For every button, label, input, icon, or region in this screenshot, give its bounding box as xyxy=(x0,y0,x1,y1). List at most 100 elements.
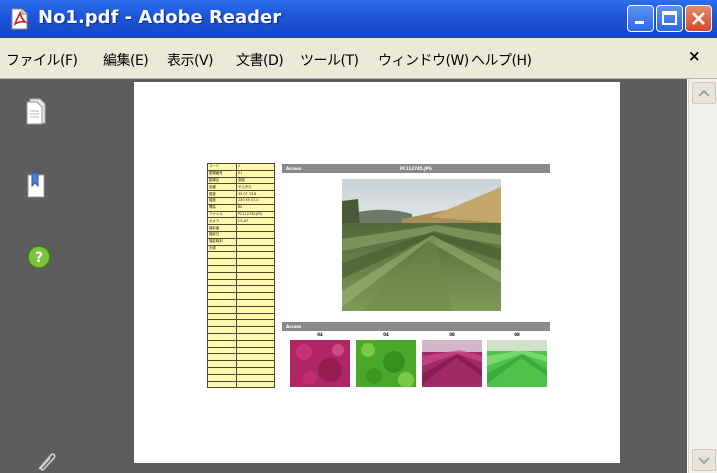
menu-view[interactable]: 表示(V) xyxy=(167,50,214,70)
info-key: カメラ xyxy=(207,217,237,226)
info-value xyxy=(236,230,275,239)
info-value: 130 55 07.0 xyxy=(236,196,275,205)
table-row: 天候 xyxy=(207,244,275,253)
menu-edit[interactable]: 編集(E) xyxy=(103,50,149,70)
info-value xyxy=(236,292,275,300)
adobe-reader-window: No1.pdf - Adobe Reader ファイル(F) 編集(E) 表示(… xyxy=(0,0,717,473)
table-row xyxy=(207,319,275,328)
table-row: 経度 130 55 07.0 xyxy=(207,196,275,205)
info-key: ファイル xyxy=(207,210,237,219)
info-value: 33 07 33.6 xyxy=(236,190,275,198)
chevron-up-icon xyxy=(698,89,710,97)
table-row: ファイル PC112745.JPG xyxy=(207,210,275,219)
chevron-down-icon xyxy=(698,457,710,465)
document-close-button[interactable]: × xyxy=(688,47,701,65)
info-table: コード 1 圃場番号 01 圃場名 茶園 品種 やぶきた 緯度 33 07 33.6 経度 130 5… xyxy=(207,163,275,389)
info-key xyxy=(207,251,237,260)
info-key xyxy=(207,292,237,300)
info-key xyxy=(207,346,237,355)
photo-section-bar: Access PC112745.JPG xyxy=(282,164,550,173)
info-value: 茶園 xyxy=(236,176,275,185)
info-key xyxy=(207,353,237,362)
info-value xyxy=(236,346,275,355)
menu-document[interactable]: 文書(D) xyxy=(236,50,284,70)
close-button[interactable] xyxy=(685,5,712,32)
info-value: やぶきた xyxy=(236,183,275,192)
info-value xyxy=(236,278,275,287)
info-value: 01 xyxy=(236,169,275,178)
table-row xyxy=(207,264,275,273)
table-row xyxy=(207,292,275,300)
table-row xyxy=(207,258,275,266)
menu-file[interactable]: ファイル(F) xyxy=(6,50,78,70)
navigation-pane: ? xyxy=(0,79,133,473)
photo-section-label: Access xyxy=(286,166,302,171)
svg-text:?: ? xyxy=(35,250,43,266)
info-key: 撮影日 xyxy=(207,230,237,239)
info-value xyxy=(236,366,275,375)
bookmarks-icon[interactable] xyxy=(26,172,48,202)
table-row: 撮影者 xyxy=(207,224,275,232)
info-key xyxy=(207,332,237,341)
info-key xyxy=(207,373,237,382)
table-row: 圃場名 茶園 xyxy=(207,176,275,185)
title-bar[interactable]: No1.pdf - Adobe Reader xyxy=(0,0,717,38)
info-key: 圃場名 xyxy=(207,176,237,185)
info-value xyxy=(236,258,275,266)
table-row: 撮影日 xyxy=(207,230,275,239)
info-value xyxy=(236,353,275,362)
info-value: C5-07 xyxy=(236,217,275,226)
thumbnail-image xyxy=(290,340,350,387)
help-icon[interactable]: ? xyxy=(26,244,52,274)
menu-window[interactable]: ウィンドウ(W) xyxy=(378,50,469,70)
thumbnail-image xyxy=(422,340,482,387)
scroll-up-button[interactable] xyxy=(692,82,716,104)
info-key: 撮影時刻 xyxy=(207,237,237,246)
attachments-icon[interactable] xyxy=(35,449,59,473)
thumb-label: 08 xyxy=(514,332,520,337)
table-row xyxy=(207,360,275,368)
info-key: 品種 xyxy=(207,183,237,192)
info-key: 撮影者 xyxy=(207,224,237,232)
thumb-label: 04 xyxy=(383,332,389,337)
pdf-file-icon xyxy=(9,8,29,30)
maximize-icon xyxy=(662,11,677,25)
scroll-down-button[interactable] xyxy=(692,449,716,471)
info-value xyxy=(236,332,275,341)
info-value xyxy=(236,264,275,273)
info-key xyxy=(207,319,237,328)
table-row: 緯度 33 07 33.6 xyxy=(207,190,275,198)
info-value xyxy=(236,312,275,321)
table-row xyxy=(207,312,275,321)
info-value xyxy=(236,326,275,334)
info-value xyxy=(236,251,275,260)
info-value xyxy=(236,298,275,307)
info-key: 天候 xyxy=(207,244,237,253)
table-row xyxy=(207,285,275,294)
table-row xyxy=(207,326,275,334)
maximize-button[interactable] xyxy=(656,5,683,32)
info-key xyxy=(207,366,237,375)
pages-icon[interactable] xyxy=(25,97,47,129)
info-value xyxy=(236,285,275,294)
menu-tools[interactable]: ツール(T) xyxy=(300,50,359,70)
minimize-icon xyxy=(635,21,644,24)
close-icon xyxy=(692,12,705,25)
info-key xyxy=(207,298,237,307)
table-row xyxy=(207,373,275,382)
menu-help[interactable]: ヘルプ(H) xyxy=(471,50,532,70)
info-key xyxy=(207,258,237,266)
vertical-scrollbar[interactable] xyxy=(688,79,717,473)
table-row xyxy=(207,366,275,375)
info-value xyxy=(236,339,275,348)
info-key xyxy=(207,326,237,334)
info-key xyxy=(207,339,237,348)
info-key xyxy=(207,360,237,368)
tea-field-photo xyxy=(342,179,501,311)
minimize-button[interactable] xyxy=(627,5,654,32)
info-value: 1 xyxy=(236,163,275,171)
table-row xyxy=(207,305,275,314)
info-key xyxy=(207,380,237,389)
info-value xyxy=(236,224,275,232)
info-key: コード xyxy=(207,163,237,171)
